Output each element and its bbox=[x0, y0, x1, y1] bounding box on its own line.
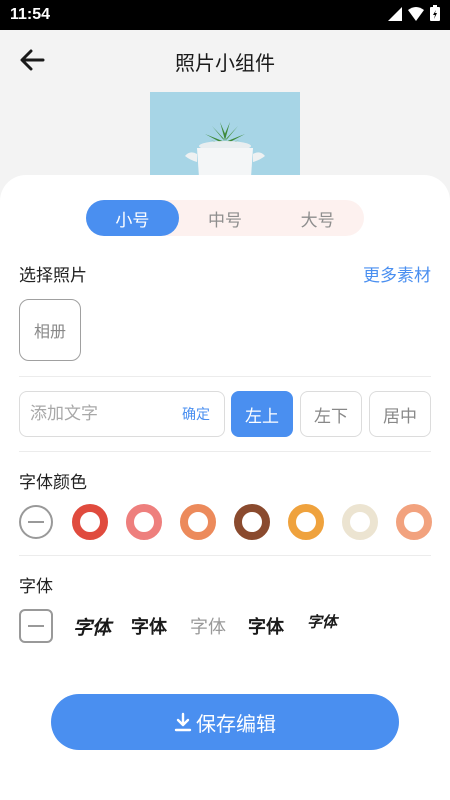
more-materials-link[interactable]: 更多素材 bbox=[363, 261, 431, 286]
color-swatch-red[interactable] bbox=[72, 504, 108, 540]
position-bottom-left-button[interactable]: 左下 bbox=[300, 391, 362, 437]
signal-icon bbox=[388, 6, 402, 25]
header: 照片小组件 bbox=[0, 30, 450, 92]
color-swatch-brown[interactable] bbox=[234, 504, 270, 540]
confirm-text-button[interactable]: 确定 bbox=[182, 404, 210, 424]
add-text-field: 确定 bbox=[19, 391, 225, 437]
color-swatch-cream[interactable] bbox=[342, 504, 378, 540]
tab-medium[interactable]: 中号 bbox=[179, 200, 272, 236]
tab-small[interactable]: 小号 bbox=[86, 200, 179, 236]
battery-icon bbox=[430, 5, 440, 25]
status-time: 11:54 bbox=[10, 6, 51, 23]
select-photo-label: 选择照片 bbox=[19, 266, 87, 286]
tab-large[interactable]: 大号 bbox=[271, 200, 364, 236]
divider bbox=[19, 555, 431, 556]
color-swatch-peach[interactable] bbox=[396, 504, 432, 540]
save-edit-label: 保存编辑 bbox=[196, 711, 276, 736]
font-option-bold[interactable]: 字体 bbox=[131, 613, 167, 639]
font-option-light[interactable]: 字体 bbox=[190, 613, 226, 639]
editor-sheet: 小号 中号 大号 选择照片 更多素材 相册 确定 左上 左下 居中 字体颜色 字… bbox=[0, 175, 450, 800]
font-option-bold-italic[interactable]: 字体 bbox=[73, 613, 111, 640]
add-text-input[interactable] bbox=[30, 404, 170, 424]
wifi-icon bbox=[408, 6, 424, 25]
no-font-option[interactable] bbox=[19, 609, 53, 643]
no-color-option[interactable] bbox=[19, 505, 53, 539]
divider bbox=[19, 451, 431, 452]
color-swatch-amber[interactable] bbox=[288, 504, 324, 540]
position-center-button[interactable]: 居中 bbox=[369, 391, 431, 437]
font-label: 字体 bbox=[19, 577, 53, 597]
save-edit-button[interactable]: 保存编辑 bbox=[51, 694, 399, 750]
color-swatch-pink[interactable] bbox=[126, 504, 162, 540]
status-icons bbox=[388, 5, 440, 25]
status-bar: 11:54 bbox=[0, 0, 450, 30]
back-button[interactable] bbox=[18, 48, 46, 76]
position-top-left-button[interactable]: 左上 bbox=[231, 391, 293, 437]
font-option-handwriting[interactable]: 字体 bbox=[307, 611, 337, 632]
back-arrow-icon bbox=[19, 49, 45, 75]
download-icon bbox=[174, 712, 192, 732]
font-color-label: 字体颜色 bbox=[19, 473, 87, 493]
color-swatch-orange[interactable] bbox=[180, 504, 216, 540]
divider bbox=[19, 376, 431, 377]
page-title: 照片小组件 bbox=[175, 50, 275, 75]
size-tabs: 小号 中号 大号 bbox=[86, 200, 364, 236]
font-option-regular[interactable]: 字体 bbox=[248, 613, 284, 639]
album-button[interactable]: 相册 bbox=[19, 299, 81, 361]
